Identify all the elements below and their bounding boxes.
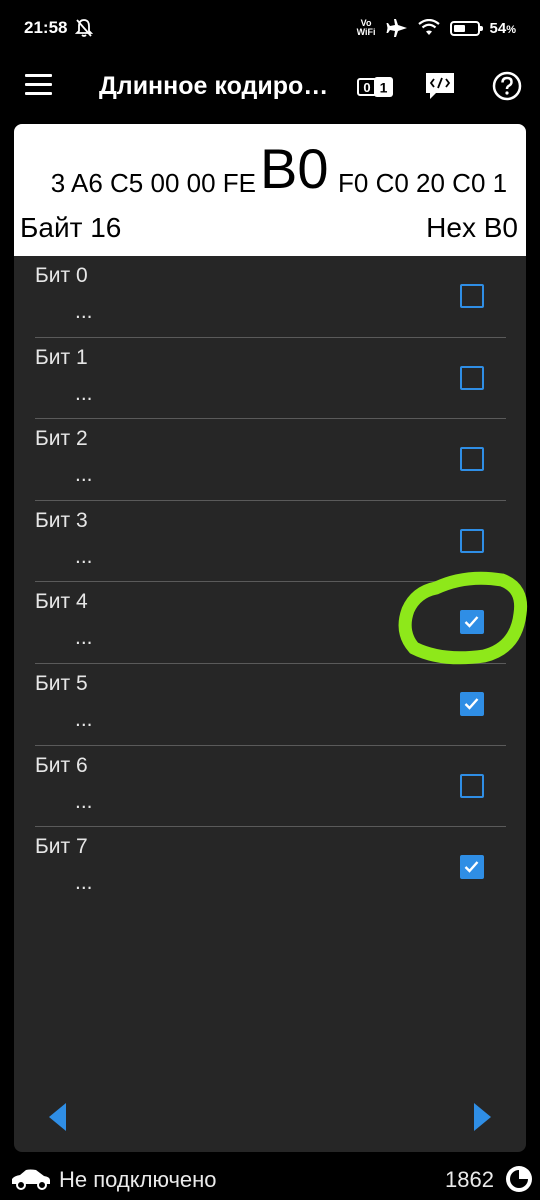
vowifi-bottom: WiFi xyxy=(356,27,376,37)
bit-row[interactable]: Бит 6... xyxy=(35,746,506,828)
hex-after: F0 C0 20 C0 1 xyxy=(338,168,508,198)
bit-label: Бит 1 xyxy=(35,345,88,369)
svg-text:0: 0 xyxy=(363,80,370,95)
byte-header: 3 A6 C5 00 00 FE B0 F0 C0 20 C0 1 Байт 1… xyxy=(14,124,526,256)
battery-fill xyxy=(453,24,466,32)
bit-description: ... xyxy=(75,789,93,813)
arrow-left-icon[interactable] xyxy=(48,1102,68,1132)
status-bar: 21:58 Vo WiFi 54% xyxy=(0,0,540,56)
bit-label: Бит 2 xyxy=(35,427,88,451)
bit-row[interactable]: Бит 3... xyxy=(35,501,506,583)
bit-label: Бит 3 xyxy=(35,508,88,532)
byte-editor-card: 3 A6 C5 00 00 FE B0 F0 C0 20 C0 1 Байт 1… xyxy=(14,124,526,1152)
svg-text:1: 1 xyxy=(380,80,388,96)
bit-label: Бит 4 xyxy=(35,590,88,614)
battery-suffix: % xyxy=(506,23,516,36)
bit-description: ... xyxy=(75,463,93,487)
bottom-status-bar: Не подключено 1862 xyxy=(0,1160,540,1200)
app-bar: Длинное кодиро… 0 1 xyxy=(0,58,540,118)
bit-checkbox[interactable] xyxy=(460,365,484,390)
bit-row[interactable]: Бит 5... xyxy=(35,664,506,746)
bit-label: Бит 0 xyxy=(35,264,88,287)
refresh-icon[interactable] xyxy=(505,1165,533,1193)
bit-checkbox[interactable] xyxy=(460,855,484,880)
bit-row[interactable]: Бит 0... xyxy=(35,256,506,338)
bit-description: ... xyxy=(75,544,93,568)
counter-value: 1862 xyxy=(445,1167,494,1192)
code-icon[interactable] xyxy=(424,71,456,101)
bit-description: ... xyxy=(75,871,93,895)
hex-strip[interactable]: 3 A6 C5 00 00 FE B0 F0 C0 20 C0 1 xyxy=(14,132,526,202)
wifi-icon xyxy=(417,19,440,35)
hex-current-byte: B0 xyxy=(260,137,329,200)
bit-description: ... xyxy=(75,300,93,323)
bell-off-icon xyxy=(75,19,94,37)
car-icon xyxy=(12,1169,50,1190)
binary-icon[interactable]: 0 1 xyxy=(357,77,393,97)
bit-row[interactable]: Бит 7... xyxy=(35,827,506,909)
check-icon xyxy=(464,698,479,710)
battery-icon xyxy=(449,20,483,36)
bit-checkbox[interactable] xyxy=(460,284,484,308)
page-title: Длинное кодиро… xyxy=(99,72,329,100)
vowifi-indicator: Vo WiFi xyxy=(357,19,376,37)
bit-description: ... xyxy=(75,707,93,731)
bit-checkbox[interactable] xyxy=(460,528,484,553)
arrow-right-icon[interactable] xyxy=(472,1102,492,1132)
bit-label: Бит 6 xyxy=(35,753,88,777)
bit-checkbox[interactable] xyxy=(460,610,484,635)
bit-description: ... xyxy=(75,381,93,405)
check-icon xyxy=(464,616,479,629)
connection-status: Не подключено xyxy=(59,1167,217,1192)
bit-checkbox[interactable] xyxy=(460,691,484,716)
bit-row[interactable]: Бит 4... xyxy=(35,582,506,664)
battery-percent: 54% xyxy=(490,20,516,37)
bit-description: ... xyxy=(75,626,93,650)
bit-row[interactable]: Бит 1... xyxy=(35,338,506,420)
clock: 21:58 xyxy=(24,18,68,37)
byte-index-label: Байт 16 xyxy=(20,212,122,243)
bit-label: Бит 7 xyxy=(35,835,88,859)
help-icon[interactable] xyxy=(492,71,522,101)
bit-checkbox[interactable] xyxy=(460,447,484,472)
bit-row[interactable]: Бит 2... xyxy=(35,419,506,501)
battery-value: 54 xyxy=(489,19,507,37)
hex-value-label: Hex B0 xyxy=(426,212,518,243)
bit-label: Бит 5 xyxy=(35,671,88,695)
bit-list: Бит 0... Бит 1... Бит 2... Бит 3... Бит 4...… xyxy=(35,256,506,909)
bit-checkbox[interactable] xyxy=(460,773,484,798)
airplane-icon xyxy=(386,19,407,37)
hex-before: 3 A6 C5 00 00 FE xyxy=(50,168,256,198)
status-left: 21:58 xyxy=(24,18,94,38)
check-icon xyxy=(464,861,479,873)
menu-icon[interactable] xyxy=(25,74,52,96)
status-right: Vo WiFi 54% xyxy=(357,18,516,38)
